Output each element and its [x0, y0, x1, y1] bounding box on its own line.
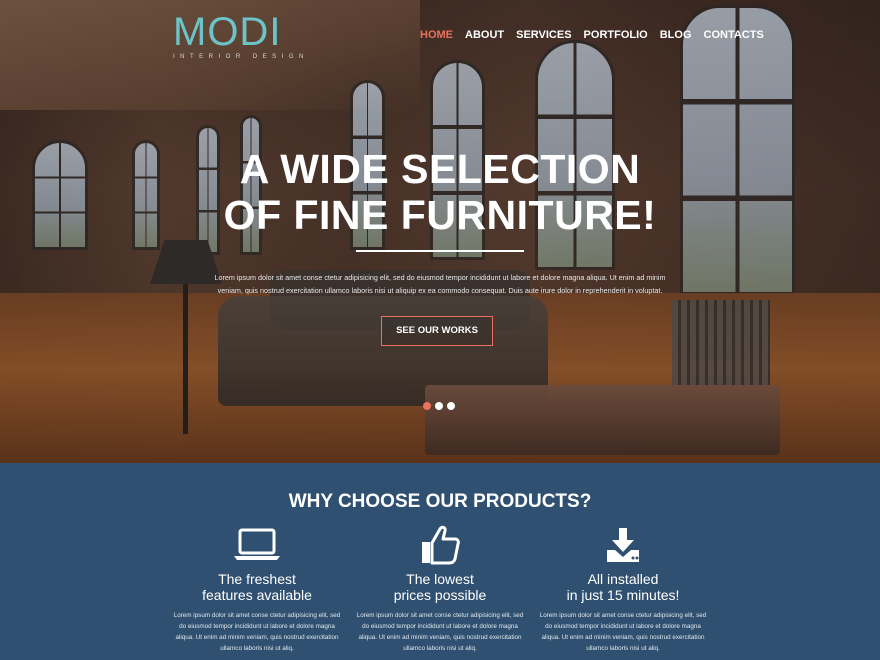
feature-title: The lowest prices possible [355, 571, 525, 603]
feature-card: The freshest features available Lorem ip… [172, 525, 342, 654]
feature-title-line: The freshest [218, 571, 296, 587]
nav-home[interactable]: HOME [420, 29, 453, 41]
slider-dot-2[interactable] [435, 402, 443, 410]
slider-pagination [423, 402, 455, 410]
thumbs-up-icon [355, 525, 525, 565]
feature-title: The freshest features available [172, 571, 342, 603]
hero-divider [356, 250, 524, 252]
coffee-table [425, 385, 780, 455]
hero-description: Lorem ipsum dolor sit amet conse ctetur … [214, 273, 666, 295]
nav-blog[interactable]: BLOG [660, 29, 692, 41]
logo-tagline: INTERIOR DESIGN [173, 54, 309, 60]
feature-title-line: prices possible [393, 587, 487, 603]
feature-title-line: features available [202, 587, 312, 603]
slider-dot-3[interactable] [447, 402, 455, 410]
feature-text: Lorem ipsum dolor sit amet conse ctetur … [173, 612, 341, 652]
features-heading: WHY CHOOSE OUR PRODUCTS? [288, 491, 592, 512]
feature-title-line: The lowest [406, 571, 474, 587]
radiator [672, 300, 770, 385]
hero-title: A WIDE SELECTION OF FINE FURNITURE! [0, 146, 880, 238]
feature-title-line: All installed [587, 571, 659, 587]
main-nav: HOME ABOUT SERVICES PORTFOLIO BLOG CONTA… [420, 29, 776, 41]
features-section: WHY CHOOSE OUR PRODUCTS? The freshest fe… [0, 463, 880, 660]
logo[interactable]: MODI INTERIOR DESIGN [173, 10, 309, 60]
site-header: MODI INTERIOR DESIGN HOME ABOUT SERVICES… [0, 0, 880, 70]
hero-title-line-2: OF FINE FURNITURE! [223, 192, 657, 238]
nav-portfolio[interactable]: PORTFOLIO [584, 29, 648, 41]
feature-title: All installed in just 15 minutes! [538, 571, 708, 603]
nav-about[interactable]: ABOUT [465, 29, 504, 41]
see-our-works-button[interactable]: SEE OUR WORKS [381, 316, 493, 346]
feature-text: Lorem ipsum dolor sit amet conse ctetur … [539, 612, 707, 652]
feature-title-line: in just 15 minutes! [566, 587, 680, 603]
feature-text: Lorem ipsum dolor sit amet conse ctetur … [356, 612, 524, 652]
floor-lamp-pole [183, 284, 188, 434]
slider-dot-1[interactable] [423, 402, 431, 410]
laptop-icon [172, 525, 342, 565]
nav-services[interactable]: SERVICES [516, 29, 571, 41]
logo-wordmark: MODI [173, 10, 282, 54]
download-icon [538, 525, 708, 565]
feature-card: All installed in just 15 minutes! Lorem … [538, 525, 708, 654]
hero-section: MODI INTERIOR DESIGN HOME ABOUT SERVICES… [0, 0, 880, 463]
feature-card: The lowest prices possible Lorem ipsum d… [355, 525, 525, 654]
hero-title-line-1: A WIDE SELECTION [239, 146, 641, 192]
nav-contacts[interactable]: CONTACTS [704, 29, 764, 41]
